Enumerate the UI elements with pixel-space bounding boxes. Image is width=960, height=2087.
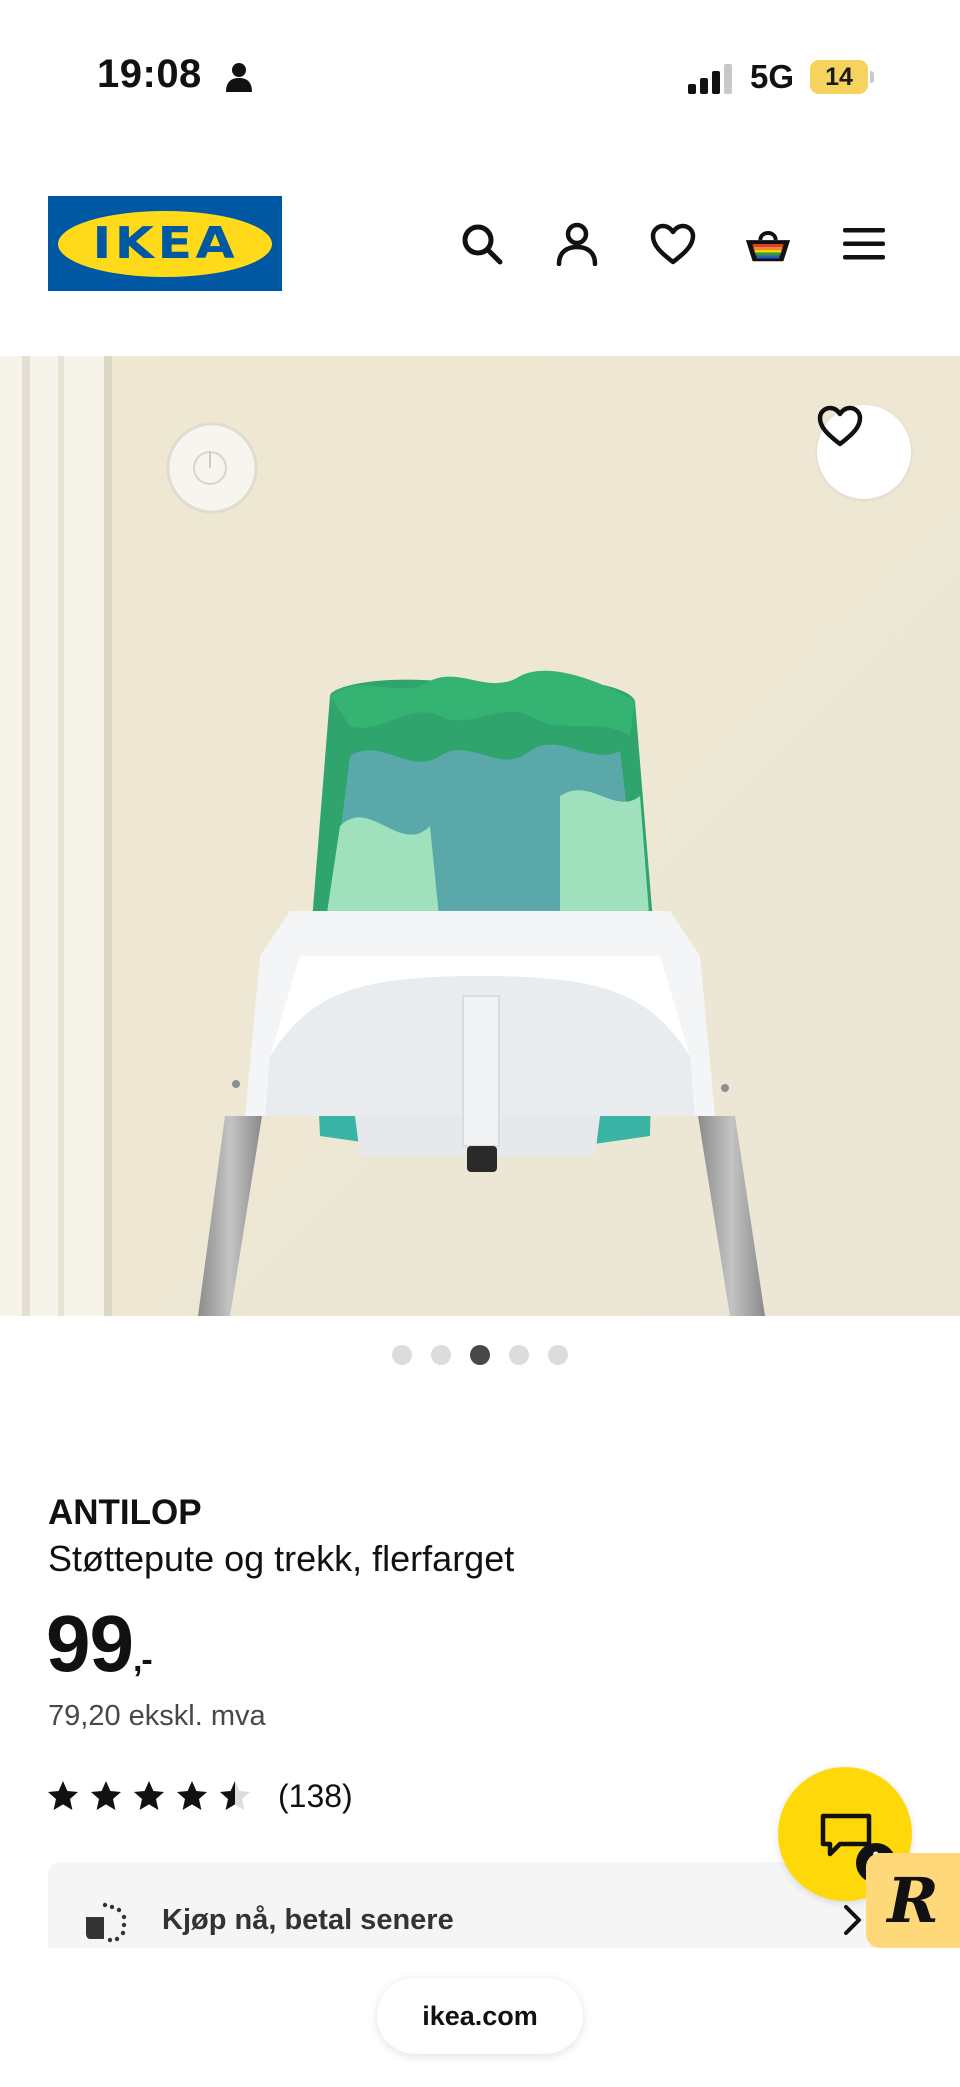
carousel-dot-active[interactable] xyxy=(470,1345,490,1365)
battery-level: 14 xyxy=(810,60,868,94)
carousel-dot[interactable] xyxy=(548,1345,568,1365)
carousel-dot[interactable] xyxy=(509,1345,529,1365)
carousel-dot[interactable] xyxy=(392,1345,412,1365)
status-bar: 19:08 5G 14 xyxy=(0,0,960,150)
carousel-dot[interactable] xyxy=(431,1345,451,1365)
product-rating[interactable]: (138) xyxy=(46,1775,353,1817)
signal-icon xyxy=(688,64,732,94)
battery-indicator: 14 xyxy=(810,60,874,94)
rating-stars xyxy=(46,1779,252,1813)
menu-icon[interactable] xyxy=(840,220,888,268)
rating-count: (138) xyxy=(278,1777,353,1814)
cart-icon[interactable] xyxy=(744,220,792,268)
url-bar[interactable]: ikea.com xyxy=(377,1978,583,2054)
battery-tip xyxy=(870,71,874,83)
star-full-icon xyxy=(91,1781,121,1810)
wishlist-icon[interactable] xyxy=(649,220,697,268)
person-icon xyxy=(226,63,252,92)
network-label: 5G xyxy=(750,58,795,95)
price-value: 99 xyxy=(46,1599,134,1688)
chevron-right-icon xyxy=(844,1905,861,1935)
status-time: 19:08 xyxy=(97,52,202,96)
price-excl-vat: 79,20 ekskl. mva xyxy=(48,1700,266,1732)
product-name: ANTILOP xyxy=(48,1493,202,1532)
star-full-icon xyxy=(48,1781,78,1810)
product-price: 99,- xyxy=(46,1598,153,1690)
search-icon[interactable] xyxy=(458,220,506,268)
logo-oval: IKEA xyxy=(58,210,272,277)
extension-r-icon[interactable]: R xyxy=(866,1853,960,1948)
price-suffix: ,- xyxy=(132,1641,153,1679)
bnpl-label: Kjøp nå, betal senere xyxy=(162,1904,454,1936)
product-image[interactable] xyxy=(0,356,960,1316)
logo-text: IKEA xyxy=(92,218,238,269)
add-to-wishlist-button[interactable] xyxy=(817,405,911,499)
ikea-logo[interactable]: IKEA xyxy=(48,196,282,291)
payment-icon xyxy=(86,1902,127,1943)
star-half-icon xyxy=(220,1781,250,1810)
product-photo xyxy=(0,356,960,1316)
heart-icon xyxy=(817,405,863,447)
account-icon[interactable] xyxy=(553,220,601,268)
image-carousel-dots xyxy=(0,1345,960,1365)
product-description: Støttepute og trekk, flerfarget xyxy=(48,1538,515,1579)
star-full-icon xyxy=(134,1781,164,1810)
site-header: IKEA xyxy=(0,150,960,356)
star-full-icon xyxy=(177,1781,207,1810)
browser-bottom-bar: ikea.com xyxy=(0,1948,960,2087)
